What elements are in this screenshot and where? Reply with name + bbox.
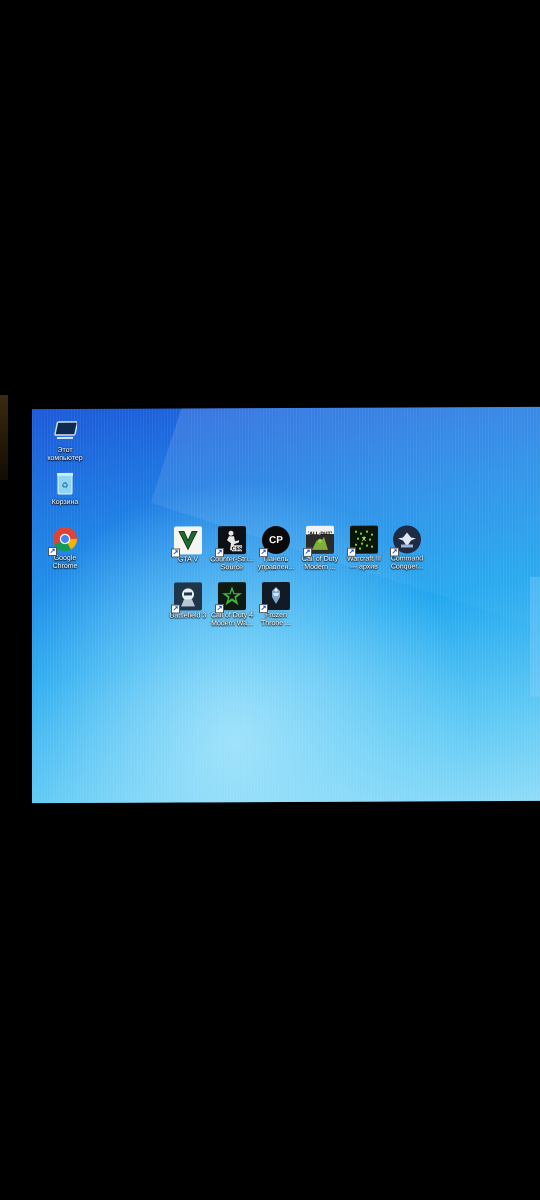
- shortcut-arrow-icon: ↗: [347, 547, 356, 557]
- shortcut-arrow-icon: ↗: [259, 548, 268, 558]
- desktop-icon-label: Корзина: [51, 498, 79, 507]
- svg-text:CALL·DUTY: CALL·DUTY: [308, 531, 332, 537]
- desktop-icon-label: Call of Duty 4 Modern Wa...: [210, 612, 254, 628]
- chrome-icon: ↗: [48, 525, 79, 557]
- call-of-duty-icon: CALL·DUTY ↗: [303, 525, 334, 557]
- svg-text:♻: ♻: [61, 481, 68, 490]
- shortcut-arrow-icon: ↗: [171, 604, 180, 614]
- command-conquer-icon: ↗: [390, 525, 421, 557]
- desktop-icon-chrome[interactable]: ↗ Google Chrome: [40, 525, 90, 571]
- desktop-icon-call-of-duty-4[interactable]: ↗ Call of Duty 4 Modern Wa...: [210, 582, 254, 628]
- desktop-icon-gta-v[interactable]: ↗ GTA V: [166, 526, 210, 564]
- desktop-icon-command-conquer[interactable]: ↗ Command Conquer...: [384, 525, 430, 571]
- desktop-icon-label: Command Conquer...: [390, 555, 424, 571]
- shortcut-arrow-icon: ↗: [390, 547, 399, 557]
- warcraft-iii-icon: ✕ ↗: [347, 525, 378, 557]
- battlefield-3-icon: ↗: [171, 582, 202, 614]
- desktop-icon-counter-strike[interactable]: CSS ↗ Counter-Stri... Source: [210, 526, 254, 572]
- desktop-icon-label: Counter-Stri... Source: [210, 556, 254, 572]
- desktop-icon-label: Панель управлен...: [257, 555, 295, 572]
- desktop-icon-this-pc[interactable]: Этот компьютер: [40, 417, 90, 463]
- desktop-icon-label: Этот компьютер: [47, 446, 83, 463]
- desktop-icon-battlefield-3[interactable]: ↗ Battlefield 3: [166, 582, 210, 620]
- shortcut-arrow-icon: ↗: [48, 546, 57, 557]
- desktop-icon-control-panel[interactable]: CP ↗ Панель управлен...: [254, 525, 298, 572]
- this-pc-icon: [51, 417, 79, 445]
- shortcut-arrow-icon: ↗: [171, 548, 180, 558]
- desktop-icon-label: GTA V: [177, 556, 199, 564]
- desktop-icon-recycle-bin[interactable]: ♻ Корзина: [40, 469, 90, 507]
- desktop-icon-label: Frozen Throne ...: [261, 611, 291, 628]
- desktop-icon-frozen-throne[interactable]: ↗ Frozen Throne ...: [254, 581, 298, 628]
- svg-text:CSS: CSS: [232, 546, 243, 552]
- desktop-screen: Этот компьютер ♻ Корзина ↗ Google Chrome: [32, 406, 540, 804]
- frozen-throne-icon: ↗: [259, 581, 290, 614]
- desktop-icon-label: Warcraft III — архив: [347, 555, 381, 571]
- shortcut-arrow-icon: ↗: [215, 604, 224, 614]
- desktop-icon-label: Google Chrome: [52, 554, 78, 571]
- wallpaper-light-accent: [530, 576, 540, 697]
- shortcut-arrow-icon: ↗: [215, 548, 224, 558]
- desktop-icon-label: Battlefield 3: [169, 612, 207, 620]
- gta-v-icon: ↗: [171, 526, 202, 558]
- shortcut-arrow-icon: ↗: [303, 547, 312, 557]
- control-panel-glyph: CP: [269, 534, 283, 546]
- desktop-icon-call-of-duty[interactable]: CALL·DUTY ↗ Call of Duty Modern ...: [298, 525, 342, 572]
- recycle-bin-icon: ♻: [51, 469, 79, 497]
- control-panel-icon: CP ↗: [259, 525, 290, 558]
- desktop-icon-label: Call of Duty Modern ...: [301, 555, 339, 571]
- desktop-icon-warcraft-iii[interactable]: ✕ ↗ Warcraft III — архив: [342, 525, 386, 572]
- counter-strike-source-icon: CSS ↗: [215, 526, 246, 558]
- shortcut-arrow-icon: ↗: [259, 604, 268, 614]
- call-of-duty-4-icon: ↗: [215, 582, 246, 614]
- svg-text:✕: ✕: [361, 536, 367, 544]
- ambient-light: [0, 395, 8, 480]
